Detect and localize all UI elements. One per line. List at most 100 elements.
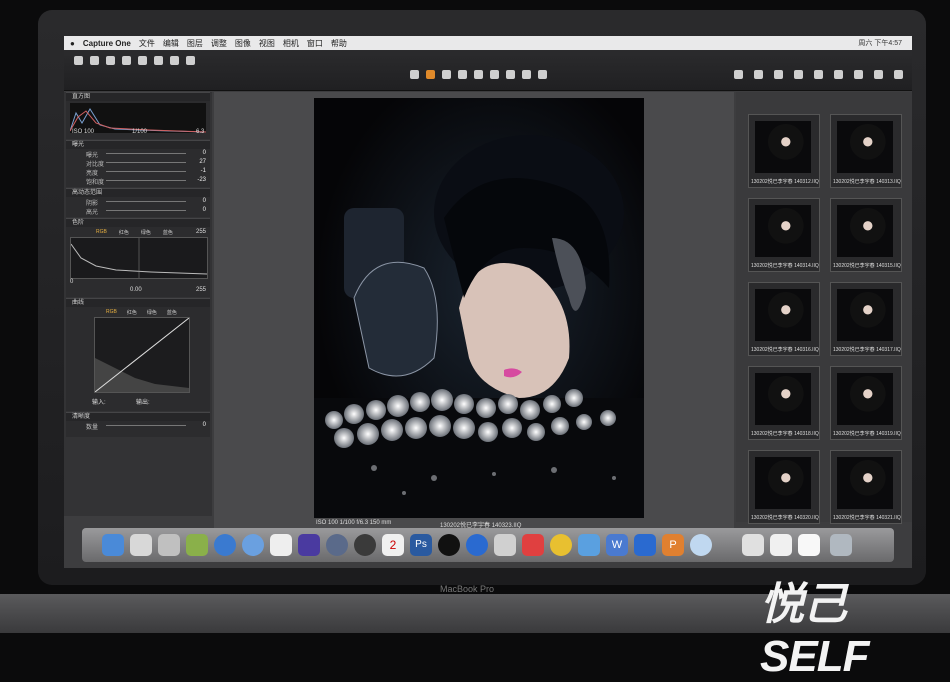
capture-icon[interactable] [90,56,99,65]
brightness-slider[interactable] [106,171,186,172]
finder-icon[interactable] [102,534,124,556]
menu-view[interactable]: 视图 [259,38,275,49]
image-viewer[interactable]: ISO 100 1/100 f/6.3 150 mm 130202悦已李宇春 1… [214,92,734,532]
levels-tab-green[interactable]: 绿色 [141,229,151,236]
thumbnail[interactable]: 130202悦已李宇春 140319.IIQ [830,366,902,440]
curve-tab-green[interactable]: 绿色 [147,309,157,316]
shadow-row[interactable]: 阴影 0 [66,197,210,207]
curve-graph[interactable] [94,317,190,393]
keystone-tool-icon[interactable] [490,70,499,79]
document-icon[interactable] [798,534,820,556]
video-icon[interactable] [298,534,320,556]
thumbnail[interactable]: 130202悦已李宇春 140318.IIQ [748,366,820,440]
app-menu[interactable]: Capture One [83,39,131,48]
qq-icon[interactable] [466,534,488,556]
highlight-row[interactable]: 高光 0 [66,206,210,216]
rotate-icon[interactable] [122,56,131,65]
menu-help[interactable]: 帮助 [331,38,347,49]
arrow-app-icon[interactable] [578,534,600,556]
saturation-slider[interactable] [106,180,186,181]
import-icon[interactable] [74,56,83,65]
thumbnail[interactable]: 130202悦已李宇春 140321.IIQ [830,450,902,524]
menubar-clock[interactable]: 周六 下午4:57 [858,38,902,48]
undo-icon[interactable] [170,56,179,65]
tools-icon[interactable] [894,70,903,79]
redo-icon[interactable] [186,56,195,65]
hand-tool-icon[interactable] [426,70,435,79]
edit-icon[interactable] [794,70,803,79]
clarity-slider[interactable] [106,425,186,426]
qr-icon[interactable] [494,534,516,556]
straighten-tool-icon[interactable] [474,70,483,79]
calendar-icon[interactable]: 2 [382,534,404,556]
grid-view-icon[interactable] [734,70,743,79]
settings-icon[interactable] [854,70,863,79]
folder-icon[interactable] [154,56,163,65]
brightness-value[interactable]: -1 [201,168,206,174]
trash-icon[interactable] [830,534,852,556]
thumbnail[interactable]: 130202悦已李宇春 140314.IIQ [748,198,820,272]
warning-icon[interactable] [754,70,763,79]
document-icon[interactable] [742,534,764,556]
quicktime-icon[interactable] [326,534,348,556]
clarity-row[interactable]: 数量 0 [66,421,210,431]
menu-edit[interactable]: 编辑 [163,38,179,49]
saturation-row[interactable]: 饱和度 -23 [66,176,210,186]
contrast-value[interactable]: 27 [199,159,206,165]
home-icon[interactable] [634,534,656,556]
spot-tool-icon[interactable] [506,70,515,79]
music-icon[interactable] [438,534,460,556]
photoshop-icon[interactable]: Ps [410,534,432,556]
contrast-row[interactable]: 对比度 27 [66,158,210,168]
menu-image[interactable]: 图像 [235,38,251,49]
dvd-icon[interactable] [354,534,376,556]
menu-window[interactable]: 窗口 [307,38,323,49]
menu-adjust[interactable]: 调整 [211,38,227,49]
chat-icon[interactable] [550,534,572,556]
clarity-value[interactable]: 0 [203,422,206,428]
capture-one-icon[interactable] [270,534,292,556]
curve-tab-red[interactable]: 红色 [127,309,137,316]
word-icon[interactable]: W [606,534,628,556]
shadow-slider[interactable] [106,201,186,202]
exposure-slider[interactable] [106,153,186,154]
brush-tool-icon[interactable] [522,70,531,79]
text-icon[interactable] [774,70,783,79]
safari-icon[interactable] [214,534,236,556]
curve-tab-rgb[interactable]: RGB [106,309,117,316]
appstore-icon[interactable] [242,534,264,556]
exposure-row[interactable]: 曝光 0 [66,149,210,159]
menu-file[interactable]: 文件 [139,38,155,49]
itunes-icon[interactable] [690,534,712,556]
highlight-slider[interactable] [106,210,186,211]
preview-icon[interactable] [130,534,152,556]
thumbnail[interactable]: 130202悦已李宇春 140315.IIQ [830,198,902,272]
thumbnail[interactable]: 130202悦已李宇春 140317.IIQ [830,282,902,356]
thumbnail[interactable]: 130202悦已李宇春 140320.IIQ [748,450,820,524]
camera-icon[interactable] [106,56,115,65]
sync-icon[interactable] [522,534,544,556]
contrast-slider[interactable] [106,162,186,163]
portrait-photo[interactable] [314,98,644,518]
saturation-value[interactable]: -23 [197,177,206,183]
zoom-tool-icon[interactable] [442,70,451,79]
apple-icon[interactable]: ● [70,39,75,48]
shadow-value[interactable]: 0 [203,198,206,204]
levels-tab-blue[interactable]: 蓝色 [163,229,173,236]
menu-layer[interactable]: 图层 [187,38,203,49]
launchpad-icon[interactable] [158,534,180,556]
brightness-row[interactable]: 亮度 -1 [66,167,210,177]
picker-tool-icon[interactable] [538,70,547,79]
process-icon[interactable] [834,70,843,79]
thumbnail[interactable]: 130202悦已李宇春 140312.IIQ [748,114,820,188]
levels-tab-red[interactable]: 红色 [119,229,129,236]
document-icon[interactable] [770,534,792,556]
print-icon[interactable] [874,70,883,79]
pan-tool-icon[interactable] [410,70,419,79]
menu-camera[interactable]: 相机 [283,38,299,49]
thumbnail[interactable]: 130202悦已李宇春 140313.IIQ [830,114,902,188]
exposure-value[interactable]: 0 [203,150,206,156]
levels-tab-rgb[interactable]: RGB [96,229,107,236]
levels-graph[interactable] [70,237,208,279]
curve-tab-blue[interactable]: 蓝色 [167,309,177,316]
